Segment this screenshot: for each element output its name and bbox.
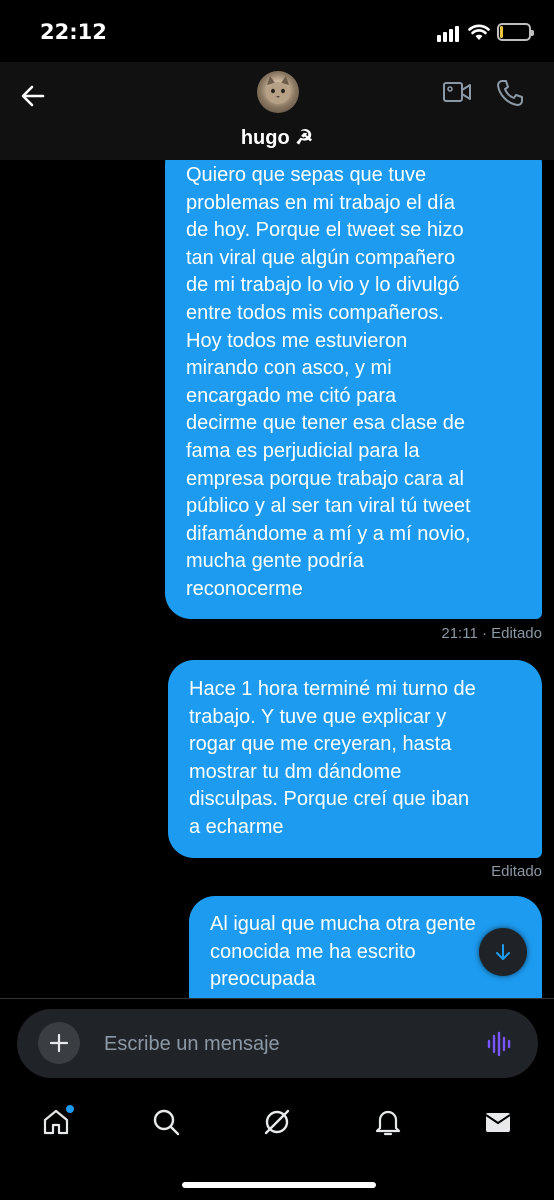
message-line: Quiero que sepas que tuve [186,164,427,186]
tab-notifications[interactable] [368,1102,408,1142]
message-input[interactable] [104,1027,474,1061]
chat-header: hugo ☭ [0,62,554,160]
voice-wave-icon[interactable] [486,1030,514,1058]
arrow-left-icon[interactable] [18,81,48,111]
contact-name[interactable]: hugo ☭ [0,125,554,150]
tab-home[interactable] [36,1102,76,1142]
wifi-icon [468,24,490,40]
message-line: empresa porque trabajo cara al [186,467,464,490]
plus-icon [49,1033,69,1053]
message-line: fama es perjudicial para la [186,439,420,462]
message-timestamp: 21:11 · Editado [441,625,542,642]
search-icon [153,1109,180,1136]
message-line: trabajo. Y tuve que explicar y [189,705,447,728]
composer-area [0,998,554,1090]
tab-grok[interactable] [257,1102,297,1142]
avatar[interactable] [257,71,299,113]
battery-tip [531,30,534,36]
message-line: Hoy todos me estuvieron [186,329,408,352]
message-line: difamándome a mí y a mí novio, [186,522,471,545]
message-line: público y al ser tan viral tú tweet [186,495,471,518]
add-attachment-button[interactable] [38,1022,80,1064]
message-line: decirme que tener esa clase de [186,412,466,435]
message-line: encargado me citó para [186,384,397,407]
message-edited-label: Editado [491,863,542,880]
battery-level: 10 [506,24,522,39]
message-line: a echarme [189,815,284,838]
phone-icon[interactable] [495,78,525,108]
message-line: mucha gente podría [186,550,364,573]
message-line: entre todos mis compañeros. [186,301,444,324]
home-indicator [182,1182,376,1188]
tab-search[interactable] [146,1102,186,1142]
cat-avatar-image [266,76,290,104]
message-line: mirando con asco, y mi [186,357,392,380]
signal-icon [437,26,459,42]
message-line: preocupada [210,968,316,991]
message-composer [17,1009,538,1078]
message-line: Hace 1 hora terminé mi turno de [189,678,476,700]
message-line: tan viral que algún compañero [186,246,456,269]
message-line: Al igual que mucha otra gente [210,913,476,935]
notification-dot [66,1105,74,1113]
mail-icon [485,1113,511,1132]
status-time: 22:12 [40,20,107,44]
grok-icon [264,1109,290,1135]
message-list[interactable]: Quiero que sepas que tuve problemas en m… [0,160,554,998]
video-camera-icon[interactable] [442,80,472,104]
arrow-down-icon [496,944,510,960]
message-bubble[interactable]: Quiero que sepas que tuve problemas en m… [165,160,542,619]
message-line: de hoy. Porque el tweet se hizo [186,219,464,242]
message-line: problemas en mi trabajo el día [186,191,456,214]
message-line: rogar que me creyeran, hasta [189,733,452,756]
status-bar: 22:12 10 [0,0,554,62]
scroll-to-bottom-button[interactable] [479,928,527,976]
bottom-tab-bar [0,1090,554,1200]
bell-icon [375,1110,401,1136]
message-line: de mi trabajo lo vio y lo divulgó [186,274,460,297]
message-bubble[interactable]: Hace 1 hora terminé mi turno de trabajo.… [168,660,542,858]
tab-messages[interactable] [478,1102,518,1142]
message-line: disculpas. Porque creí que iban [189,788,470,811]
message-line: mostrar tu dm dándome [189,760,402,783]
message-line: conocida me ha escrito [210,940,416,963]
battery-icon: 10 [497,23,534,41]
message-line: reconocerme [186,577,303,600]
